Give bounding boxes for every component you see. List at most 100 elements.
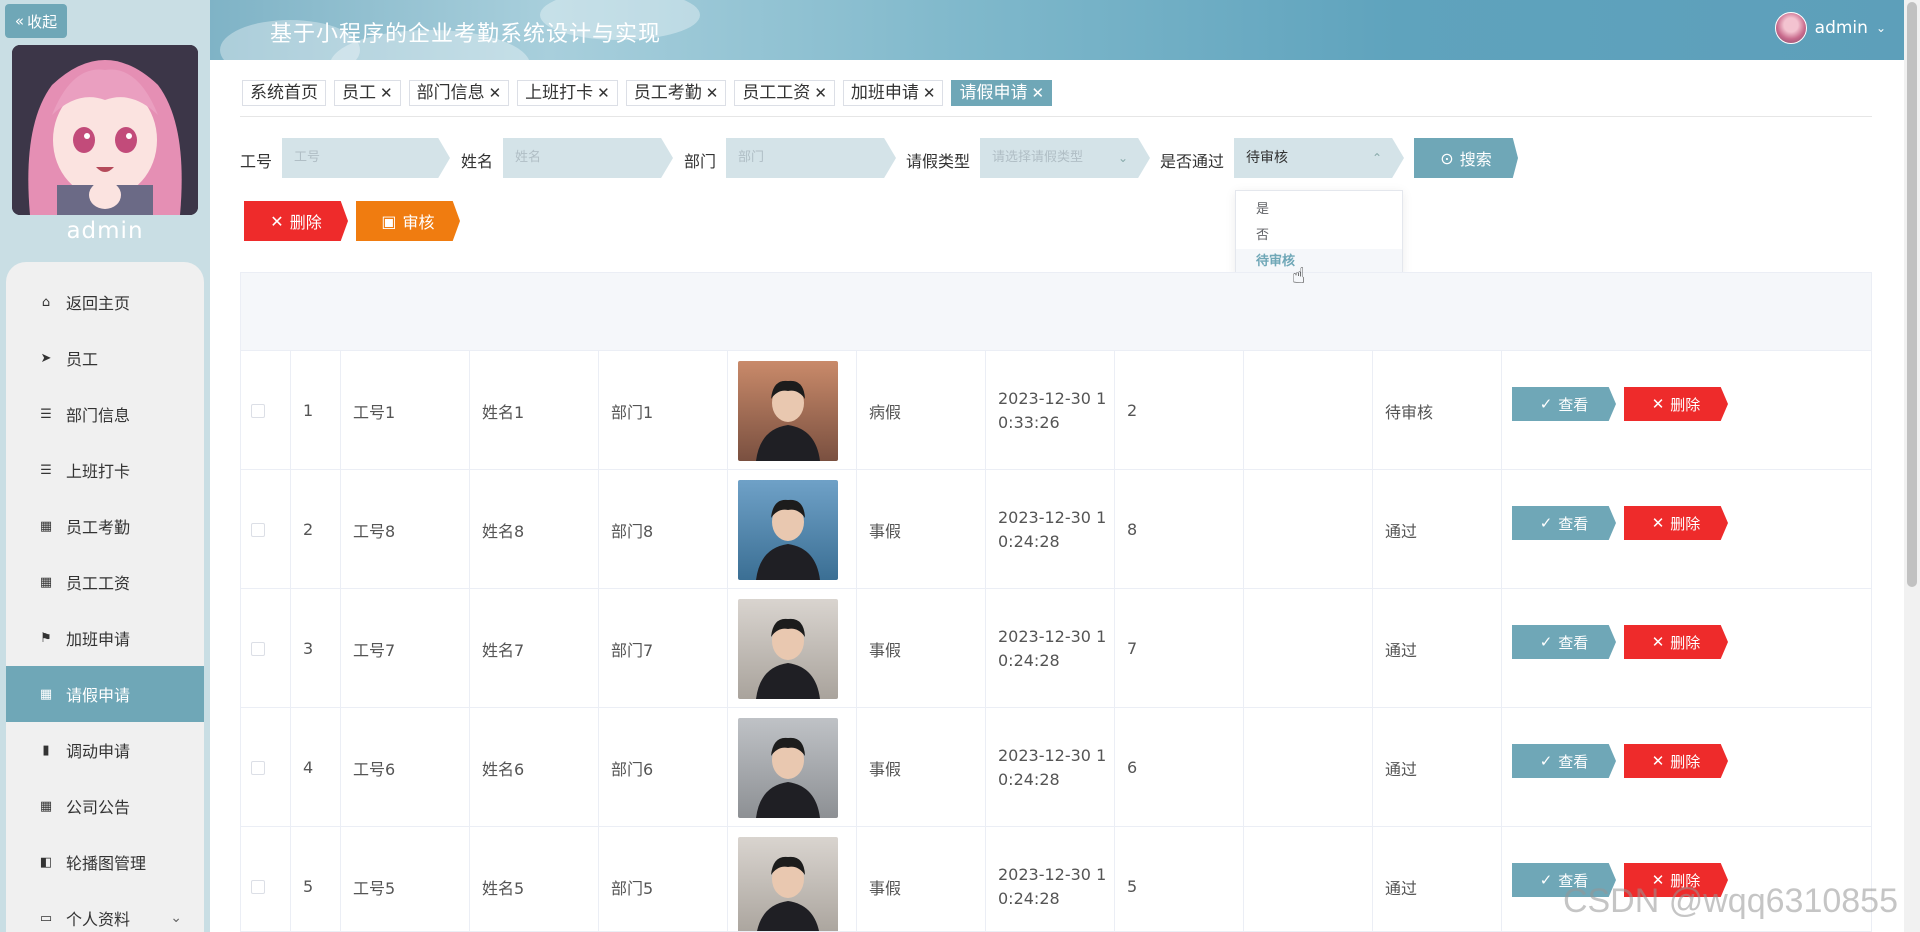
sidebar-item[interactable]: ▦ 请假申请 bbox=[6, 666, 204, 722]
xingming-input[interactable]: 姓名 bbox=[503, 138, 673, 178]
leixing-select[interactable]: 请选择请假类型 ⌄ bbox=[980, 138, 1150, 178]
close-icon[interactable]: ✕ bbox=[814, 81, 827, 105]
sidebar-item[interactable]: ☰ 上班打卡 bbox=[6, 442, 204, 498]
view-button[interactable]: ✓ 查看 bbox=[1512, 625, 1616, 659]
cell-text: 姓名8 bbox=[482, 521, 525, 541]
cell-type: 事假 bbox=[857, 827, 986, 931]
batch-delete-button[interactable]: ✕ 删除 bbox=[244, 201, 348, 241]
cell-chk bbox=[241, 351, 291, 470]
delete-button[interactable]: ✕ 删除 bbox=[1624, 744, 1728, 778]
close-icon[interactable]: ✕ bbox=[380, 81, 393, 105]
row-checkbox[interactable] bbox=[251, 641, 265, 656]
cell-type: 事假 bbox=[857, 470, 986, 589]
gonghao-input[interactable]: 工号 bbox=[282, 138, 450, 178]
row-checkbox[interactable] bbox=[251, 879, 265, 894]
apply-time: 2023-12-30 1 0:24:28 bbox=[998, 744, 1108, 792]
cell-type: 事假 bbox=[857, 589, 986, 708]
delete-label: 删除 bbox=[1670, 395, 1701, 414]
sidebar-item-label: 公司公告 bbox=[66, 798, 131, 817]
double-chevron-left-icon: « bbox=[14, 12, 25, 30]
sidebar-item[interactable]: ▦ 公司公告 bbox=[6, 778, 204, 834]
tab[interactable]: 加班申请 ✕ bbox=[842, 80, 944, 106]
admin-name: admin bbox=[66, 218, 144, 244]
tongguo-select[interactable]: 待审核 ⌃ bbox=[1234, 138, 1404, 178]
sidebar-item[interactable]: ▭ 个人资料 ⌄ bbox=[6, 890, 204, 932]
cell-days: 5 bbox=[1115, 827, 1244, 931]
cell-text: 工号6 bbox=[353, 759, 396, 779]
sidebar-edge bbox=[204, 262, 210, 932]
bumen-input[interactable]: 部门 bbox=[726, 138, 896, 178]
tab[interactable]: 上班打卡 ✕ bbox=[517, 80, 618, 106]
cell-gonghao: 工号6 bbox=[341, 708, 470, 827]
view-label: 查看 bbox=[1558, 752, 1589, 771]
apply-time: 2023-12-30 1 0:24:28 bbox=[998, 863, 1108, 911]
row-checkbox[interactable] bbox=[251, 403, 265, 418]
cell-xingming: 姓名5 bbox=[470, 827, 599, 931]
cell-text: 3 bbox=[303, 639, 314, 658]
sidebar-item[interactable]: ▦ 员工考勤 bbox=[6, 498, 204, 554]
sidebar-item[interactable]: ◧ 轮播图管理 bbox=[6, 834, 204, 890]
xingming-label: 姓名 bbox=[461, 152, 494, 171]
cell-days: 7 bbox=[1115, 589, 1244, 708]
tab[interactable]: 系统首页 bbox=[242, 80, 326, 106]
bar-chart-icon: ▮ bbox=[42, 742, 50, 758]
delete-button[interactable]: ✕ 删除 bbox=[1624, 506, 1728, 540]
search-button[interactable]: ⊙ 搜索 bbox=[1414, 138, 1518, 178]
view-button[interactable]: ✓ 查看 bbox=[1512, 744, 1616, 778]
apply-time-line1: 2023-12-30 1 bbox=[998, 507, 1107, 527]
audit-button[interactable]: ▣ 审核 bbox=[356, 201, 460, 241]
sidebar-item[interactable]: ⌂ 返回主页 bbox=[6, 274, 204, 330]
cell-text: 部门5 bbox=[611, 878, 654, 898]
card-icon: ▭ bbox=[39, 910, 53, 926]
sidebar-item-label: 个人资料 bbox=[66, 910, 131, 929]
leixing-label: 请假类型 bbox=[906, 152, 971, 171]
close-icon[interactable]: ✕ bbox=[706, 81, 719, 105]
row-checkbox[interactable] bbox=[251, 760, 265, 775]
tab-label: 部门信息 bbox=[416, 83, 485, 103]
sidebar-item[interactable]: ☰ 部门信息 bbox=[6, 386, 204, 442]
collapse-button[interactable]: « 收起 bbox=[5, 4, 67, 38]
cell-xingming: 姓名8 bbox=[470, 470, 599, 589]
user-menu[interactable]: admin ⌄ bbox=[1774, 12, 1886, 44]
sidebar-item[interactable]: ▦ 员工工资 bbox=[6, 554, 204, 610]
sidebar-item[interactable]: ➤ 员工 bbox=[6, 330, 204, 386]
dropdown-option[interactable]: 是 bbox=[1236, 197, 1402, 223]
close-icon[interactable]: ✕ bbox=[923, 81, 936, 105]
sidebar-item-label: 轮播图管理 bbox=[66, 854, 147, 873]
delete-label: 删除 bbox=[1670, 633, 1701, 652]
tab-label: 上班打卡 bbox=[525, 83, 594, 103]
cell-ops: ✓ 查看 ✕ 删除 bbox=[1502, 708, 1871, 827]
search-button-label: 搜索 bbox=[1459, 150, 1492, 169]
tab-divider bbox=[240, 116, 1872, 117]
tab[interactable]: 请假申请 ✕ bbox=[951, 80, 1053, 106]
view-button[interactable]: ✓ 查看 bbox=[1512, 506, 1616, 540]
sidebar-item-label: 上班打卡 bbox=[66, 462, 131, 481]
table-row: 4 工号6 姓名6 部门6 事假 2023-12-30 1 0:24:28 6 通过 ✓ 查看 ✕ 删除 bbox=[241, 708, 1871, 827]
table-body: 1 工号1 姓名1 部门1 病假 2023-12-30 1 0:33:26 2 待审核 ✓ 查看 ✕ 删… bbox=[241, 351, 1871, 931]
tab[interactable]: 部门信息 ✕ bbox=[408, 80, 510, 106]
cell-status: 待审核 bbox=[1373, 351, 1502, 470]
scrollbar-thumb[interactable] bbox=[1907, 2, 1917, 587]
delete-button[interactable]: ✕ 删除 bbox=[1624, 625, 1728, 659]
tab[interactable]: 员工考勤 ✕ bbox=[625, 80, 727, 106]
tab-label: 系统首页 bbox=[250, 83, 318, 103]
sidebar-item[interactable]: ▮ 调动申请 bbox=[6, 722, 204, 778]
view-button[interactable]: ✓ 查看 bbox=[1512, 387, 1616, 421]
page-scrollbar[interactable] bbox=[1904, 0, 1920, 932]
cell-text: 5 bbox=[303, 877, 314, 896]
tab[interactable]: 员工工资 ✕ bbox=[734, 80, 835, 106]
check-circle-icon: ⊙ bbox=[1440, 148, 1454, 168]
close-icon[interactable]: ✕ bbox=[489, 81, 502, 105]
close-icon[interactable]: ✕ bbox=[597, 81, 610, 105]
row-checkbox[interactable] bbox=[251, 522, 265, 537]
sidebar-item[interactable]: ⚑ 加班申请 bbox=[6, 610, 204, 666]
cell-idx: 1 bbox=[291, 351, 341, 470]
cell-blank bbox=[1244, 589, 1373, 708]
top-header: 基于小程序的企业考勤系统设计与实现 admin ⌄ bbox=[210, 0, 1904, 60]
view-label: 查看 bbox=[1558, 514, 1589, 533]
sidebar-item-label: 员工 bbox=[66, 350, 99, 369]
close-icon[interactable]: ✕ bbox=[1031, 81, 1044, 105]
tab[interactable]: 员工 ✕ bbox=[334, 80, 401, 106]
delete-button[interactable]: ✕ 删除 bbox=[1624, 387, 1728, 421]
dropdown-option[interactable]: 否 bbox=[1236, 223, 1402, 249]
